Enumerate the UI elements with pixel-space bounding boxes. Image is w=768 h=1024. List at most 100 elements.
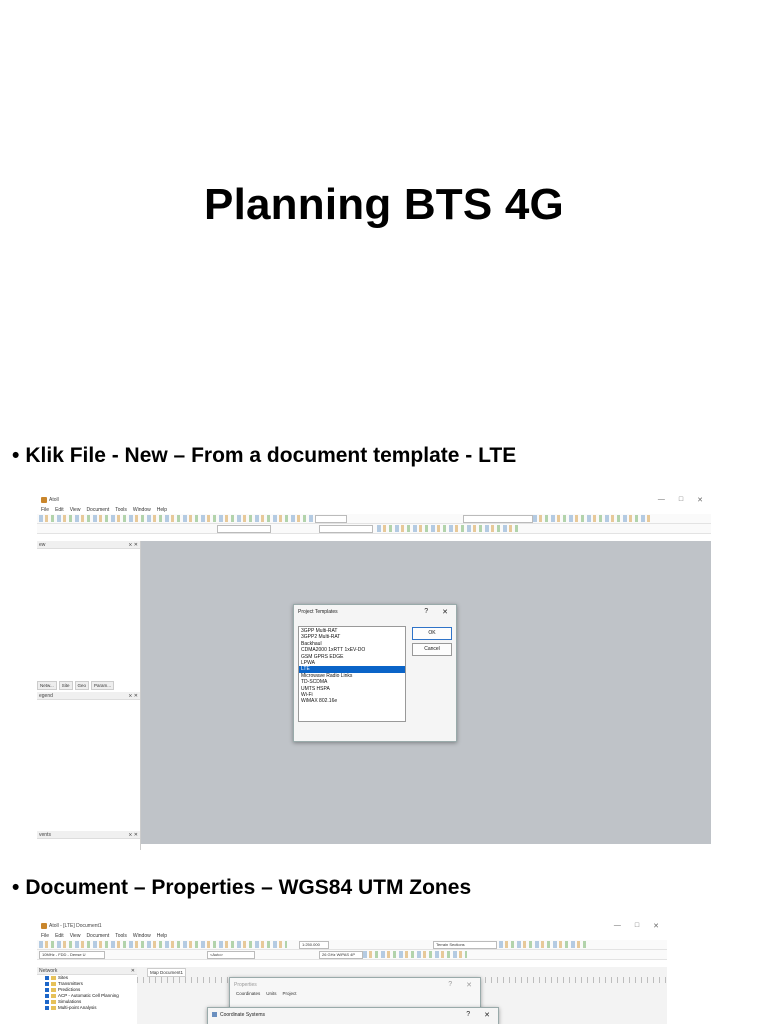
folder-icon — [51, 1006, 56, 1010]
toolbar-icons-2[interactable] — [533, 515, 651, 522]
globe-icon — [212, 1012, 217, 1017]
menu-file[interactable]: File — [41, 933, 49, 939]
bullet-2: • Document – Properties – WGS84 UTM Zones — [12, 876, 471, 900]
tree-label: Multi-point Analysis — [58, 1005, 97, 1010]
menu-help[interactable]: Help — [157, 507, 167, 513]
folder-icon — [51, 988, 56, 992]
menu-file[interactable]: File — [41, 507, 49, 513]
scale-combo[interactable]: 1:250.000 — [299, 941, 329, 949]
tree-item-multipoint[interactable]: Multi-point Analysis — [37, 1005, 137, 1011]
close-button[interactable]: ✕ — [697, 496, 703, 504]
dialog-titlebar: Project Templates ? ✕ — [294, 605, 456, 618]
app-title: Atoll - [LTE] Document1 — [49, 923, 102, 929]
help-icon[interactable]: ? — [448, 981, 452, 989]
coordinate-systems-dialog: Coordinate Systems ? ✕ — [207, 1007, 499, 1024]
terrain-combo[interactable]: Terrain Sections — [433, 941, 497, 949]
legend-pane-label: egend — [39, 692, 53, 699]
coordinate-close-icon[interactable]: ✕ — [484, 1011, 490, 1019]
checkbox-icon[interactable] — [45, 988, 49, 992]
toolbar-row-2: 10MHz - FDD - Dense U <Auto> 26 GHz WiPA… — [37, 950, 667, 960]
folder-icon — [51, 976, 56, 980]
properties-title: Properties — [234, 981, 257, 988]
toolbar-combo-4[interactable] — [319, 525, 373, 533]
menu-edit[interactable]: Edit — [55, 507, 64, 513]
ok-button[interactable]: OK — [412, 627, 452, 640]
toolbar-icons-2[interactable] — [499, 941, 587, 948]
app-titlebar: Atoll — □ ✕ — [37, 494, 711, 506]
menu-document[interactable]: Document — [86, 933, 109, 939]
folder-icon — [51, 1000, 56, 1004]
toolbar-row-1: 1:250.000 Terrain Sections — [37, 940, 667, 950]
toolbar-row-1 — [37, 514, 711, 524]
menu-view[interactable]: View — [70, 933, 81, 939]
auto-combo[interactable]: <Auto> — [207, 951, 255, 959]
app-logo-icon — [41, 497, 47, 503]
folder-icon — [51, 982, 56, 986]
tab-map-document[interactable]: Map Document1 — [147, 968, 187, 977]
menu-tools[interactable]: Tools — [115, 507, 127, 513]
toolbar-icons-3[interactable] — [377, 525, 521, 532]
checkbox-icon[interactable] — [45, 976, 49, 980]
coordinate-title: Coordinate Systems — [220, 1011, 266, 1018]
events-pane-header: vents ⨯ ✕ — [37, 831, 140, 839]
bullet-1-text: Klik File - New – From a document templa… — [25, 444, 517, 467]
menu-view[interactable]: View — [70, 507, 81, 513]
toolbar-combo-2[interactable] — [463, 515, 533, 523]
events-close-icon[interactable]: ⨯ ✕ — [128, 832, 140, 838]
help-icon[interactable]: ? — [424, 608, 428, 616]
menu-help[interactable]: Help — [157, 933, 167, 939]
cancel-button[interactable]: Cancel — [412, 643, 452, 656]
dialog-title: Project Templates — [298, 608, 338, 615]
tab-units[interactable]: Units — [266, 991, 276, 996]
checkbox-icon[interactable] — [45, 994, 49, 998]
help-icon[interactable]: ? — [466, 1011, 470, 1019]
maximize-button[interactable]: □ — [679, 496, 683, 504]
checkbox-icon[interactable] — [45, 982, 49, 986]
tab-geo[interactable]: Geo — [74, 681, 90, 690]
app-title: Atoll — [49, 497, 59, 503]
maximize-button[interactable]: □ — [635, 922, 639, 930]
checkbox-icon[interactable] — [45, 1006, 49, 1010]
dialog-close-icon[interactable]: ✕ — [442, 608, 448, 616]
toolbar-icons[interactable] — [39, 941, 287, 948]
tab-parameters[interactable]: Param... — [91, 681, 115, 690]
bullet-2-text: Document – Properties – WGS84 UTM Zones — [25, 876, 472, 899]
menu-tools[interactable]: Tools — [115, 933, 127, 939]
toolbar-icons[interactable] — [39, 515, 331, 522]
template-item[interactable]: WiMAX 802.16e — [299, 698, 405, 704]
coordinate-titlebar: Coordinate Systems ? ✕ — [208, 1008, 498, 1021]
legend-close-icon[interactable]: ⨯ ✕ — [128, 693, 140, 699]
tab-project[interactable]: Project — [283, 991, 297, 996]
properties-close-icon[interactable]: ✕ — [466, 981, 472, 989]
explorer-pane: ew ⨯ ✕ Netw... Site Geo Param... egend ⨯… — [37, 541, 141, 850]
explorer-tabs: Netw... Site Geo Param... — [37, 681, 115, 690]
explorer-pane-label: ew — [39, 541, 46, 548]
toolbar-combo-3[interactable] — [217, 525, 271, 533]
tab-coordinates[interactable]: Coordinates — [236, 991, 260, 996]
menu-window[interactable]: Window — [133, 933, 151, 939]
frequency-combo[interactable]: 26 GHz WiPAS 4P — [319, 951, 363, 959]
band-combo[interactable]: 10MHz - FDD - Dense U — [39, 951, 105, 959]
menu-window[interactable]: Window — [133, 507, 151, 513]
minimize-button[interactable]: — — [614, 922, 621, 930]
slide-title: Planning BTS 4G — [204, 180, 564, 229]
properties-tabs: Coordinates Units Project — [230, 991, 480, 996]
checkbox-icon[interactable] — [45, 1000, 49, 1004]
app-titlebar: Atoll - [LTE] Document1 — □ ✕ — [37, 920, 667, 932]
legend-pane-header: egend ⨯ ✕ — [37, 692, 140, 700]
screenshot-project-templates: Atoll — □ ✕ File Edit View Document Tool… — [37, 494, 711, 850]
tab-site[interactable]: Site — [58, 681, 73, 690]
menu-bar: File Edit View Document Tools Window Hel… — [37, 932, 667, 940]
tab-network[interactable]: Netw... — [37, 681, 57, 690]
pane-close-icon[interactable]: ⨯ ✕ — [128, 542, 140, 548]
minimize-button[interactable]: — — [658, 496, 665, 504]
template-list[interactable]: 3GPP Multi-RAT 3GPP2 Multi-RAT Backhaul … — [298, 626, 406, 722]
toolbar-icons-3[interactable] — [363, 951, 467, 958]
bullet-1: • Klik File - New – From a document templ… — [12, 444, 516, 468]
toolbar-combo[interactable] — [315, 515, 347, 523]
menu-bar: File Edit View Document Tools Window Hel… — [37, 506, 711, 514]
menu-edit[interactable]: Edit — [55, 933, 64, 939]
app-logo-icon — [41, 923, 47, 929]
menu-document[interactable]: Document — [86, 507, 109, 513]
close-button[interactable]: ✕ — [653, 922, 659, 930]
